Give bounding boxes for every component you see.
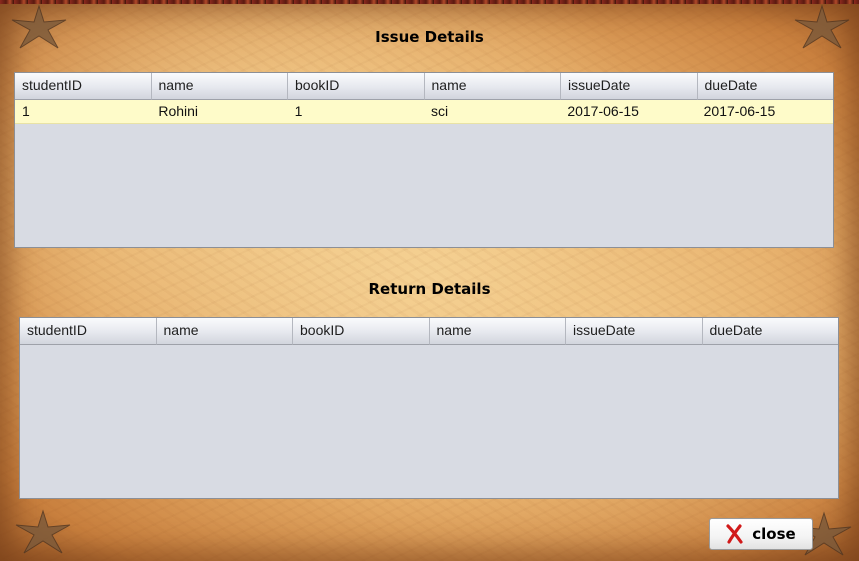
column-header-studentid[interactable]: studentID <box>20 318 157 345</box>
cell-issuedate: 2017-06-15 <box>567 103 639 119</box>
table-header: studentID name bookID name issueDate due… <box>20 318 838 345</box>
table-row[interactable]: 1 Rohini 1 sci 2017-06-15 2017-06-15 <box>15 100 833 124</box>
column-header-student-name[interactable]: name <box>151 73 288 100</box>
close-button[interactable]: close <box>709 518 813 550</box>
column-header-bookid[interactable]: bookID <box>288 73 425 100</box>
top-border-strip <box>0 0 859 4</box>
column-header-book-name[interactable]: name <box>429 318 566 345</box>
column-header-issuedate[interactable]: issueDate <box>561 73 698 100</box>
return-details-table[interactable]: studentID name bookID name issueDate due… <box>19 317 839 499</box>
cell-book-name: sci <box>430 103 449 119</box>
close-x-icon <box>726 524 743 544</box>
cell-duedate: 2017-06-15 <box>703 103 776 119</box>
column-header-duedate[interactable]: dueDate <box>702 318 838 345</box>
column-header-studentid[interactable]: studentID <box>15 73 152 100</box>
corner-star-icon <box>8 507 78 559</box>
issue-details-table[interactable]: studentID name bookID name issueDate due… <box>14 72 834 248</box>
column-header-book-name[interactable]: name <box>424 73 561 100</box>
close-button-label: close <box>752 525 796 543</box>
cell-bookid: 1 <box>294 103 303 119</box>
column-header-bookid[interactable]: bookID <box>293 318 430 345</box>
column-header-student-name[interactable]: name <box>156 318 293 345</box>
issue-details-title: Issue Details <box>375 28 484 46</box>
return-details-title: Return Details <box>368 280 491 298</box>
column-header-issuedate[interactable]: issueDate <box>566 318 703 345</box>
cell-studentid: 1 <box>22 103 30 119</box>
column-header-duedate[interactable]: dueDate <box>697 73 833 100</box>
table-header: studentID name bookID name issueDate due… <box>15 73 833 100</box>
cell-student-name: Rohini <box>158 103 199 119</box>
